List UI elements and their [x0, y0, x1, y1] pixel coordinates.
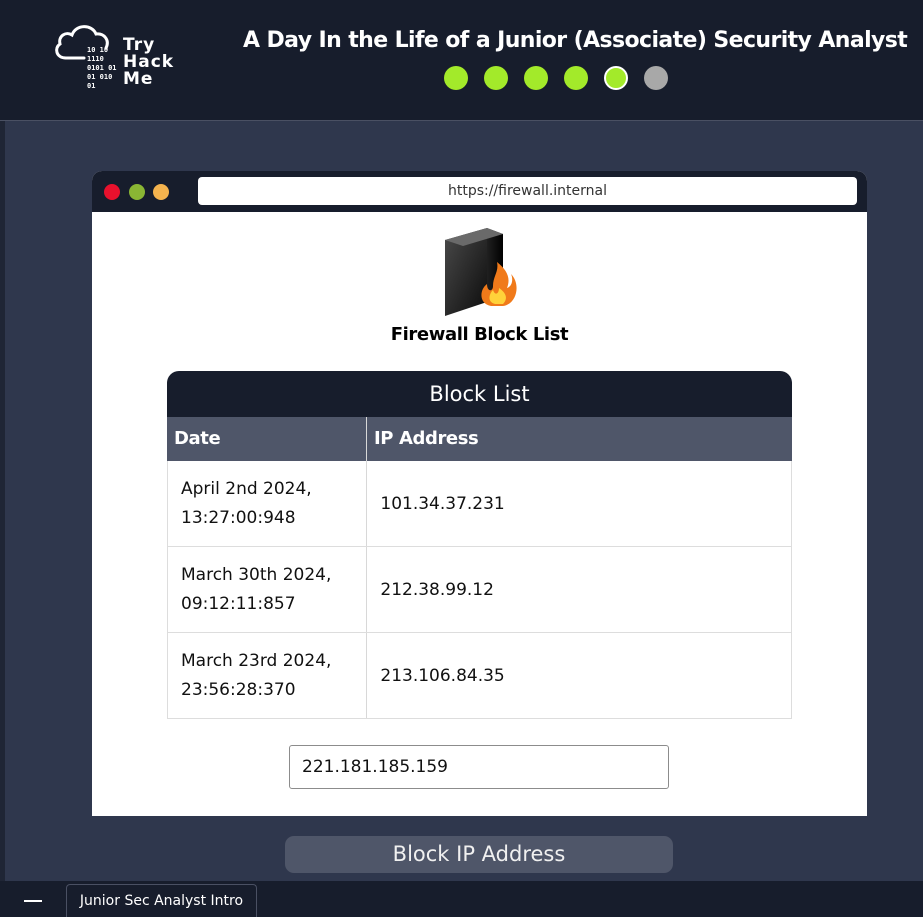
- ip-cell: 212.38.99.12: [380, 579, 494, 600]
- tryhackme-logo: 10 10 1110 0101 01 01 010 01 Try Hack Me: [52, 18, 182, 98]
- date-cell: March 23rd 2024, 23:56:28:370: [168, 633, 368, 718]
- block-list-table: Block List Date IP Address April 2nd 202…: [167, 371, 792, 719]
- left-edge: [0, 121, 5, 881]
- header-bar: 10 10 1110 0101 01 01 010 01 Try Hack Me…: [0, 0, 923, 121]
- firewall-icon: [445, 228, 517, 316]
- address-bar[interactable]: https://firewall.internal: [198, 177, 857, 205]
- date-cell: April 2nd 2024, 13:27:00:948: [168, 461, 368, 546]
- progress-steps: [444, 66, 668, 92]
- block-ip-button[interactable]: Block IP Address: [285, 836, 673, 873]
- table-row: March 30th 2024, 09:12:11:857 212.38.99.…: [167, 547, 792, 633]
- minimize-icon[interactable]: [24, 900, 42, 902]
- minimize-window-button[interactable]: [153, 184, 169, 200]
- taskbar-tab[interactable]: Junior Sec Analyst Intro: [66, 884, 257, 917]
- table-caption: Block List: [167, 371, 792, 417]
- browser-window: https://firewall.internal Firewall Block…: [92, 171, 867, 816]
- close-window-button[interactable]: [104, 184, 120, 200]
- maximize-window-button[interactable]: [129, 184, 145, 200]
- table-row: April 2nd 2024, 13:27:00:948 101.34.37.2…: [167, 461, 792, 547]
- table-header-row: Date IP Address: [167, 417, 792, 461]
- logo-wordmark: Try Hack Me: [123, 35, 175, 89]
- progress-step-2[interactable]: [484, 66, 508, 90]
- page-title: A Day In the Life of a Junior (Associate…: [243, 28, 908, 53]
- progress-step-3[interactable]: [524, 66, 548, 90]
- date-cell: March 30th 2024, 09:12:11:857: [168, 547, 368, 632]
- taskbar: Junior Sec Analyst Intro: [0, 881, 923, 917]
- progress-step-1[interactable]: [444, 66, 468, 90]
- firewall-heading: Firewall Block List: [390, 324, 569, 345]
- table-row: March 23rd 2024, 23:56:28:370 213.106.84…: [167, 633, 792, 719]
- ip-address-input[interactable]: [289, 745, 669, 789]
- logo-binary: 10 10 1110 0101 01 01 010 01: [87, 46, 117, 90]
- column-header-ip: IP Address: [374, 428, 479, 449]
- progress-step-6[interactable]: [644, 66, 668, 90]
- progress-step-5-current[interactable]: [604, 66, 628, 90]
- ip-cell: 101.34.37.231: [380, 493, 505, 514]
- browser-toolbar: https://firewall.internal: [92, 171, 867, 212]
- column-header-date: Date: [167, 417, 367, 461]
- ip-cell: 213.106.84.35: [380, 665, 505, 686]
- progress-step-4[interactable]: [564, 66, 588, 90]
